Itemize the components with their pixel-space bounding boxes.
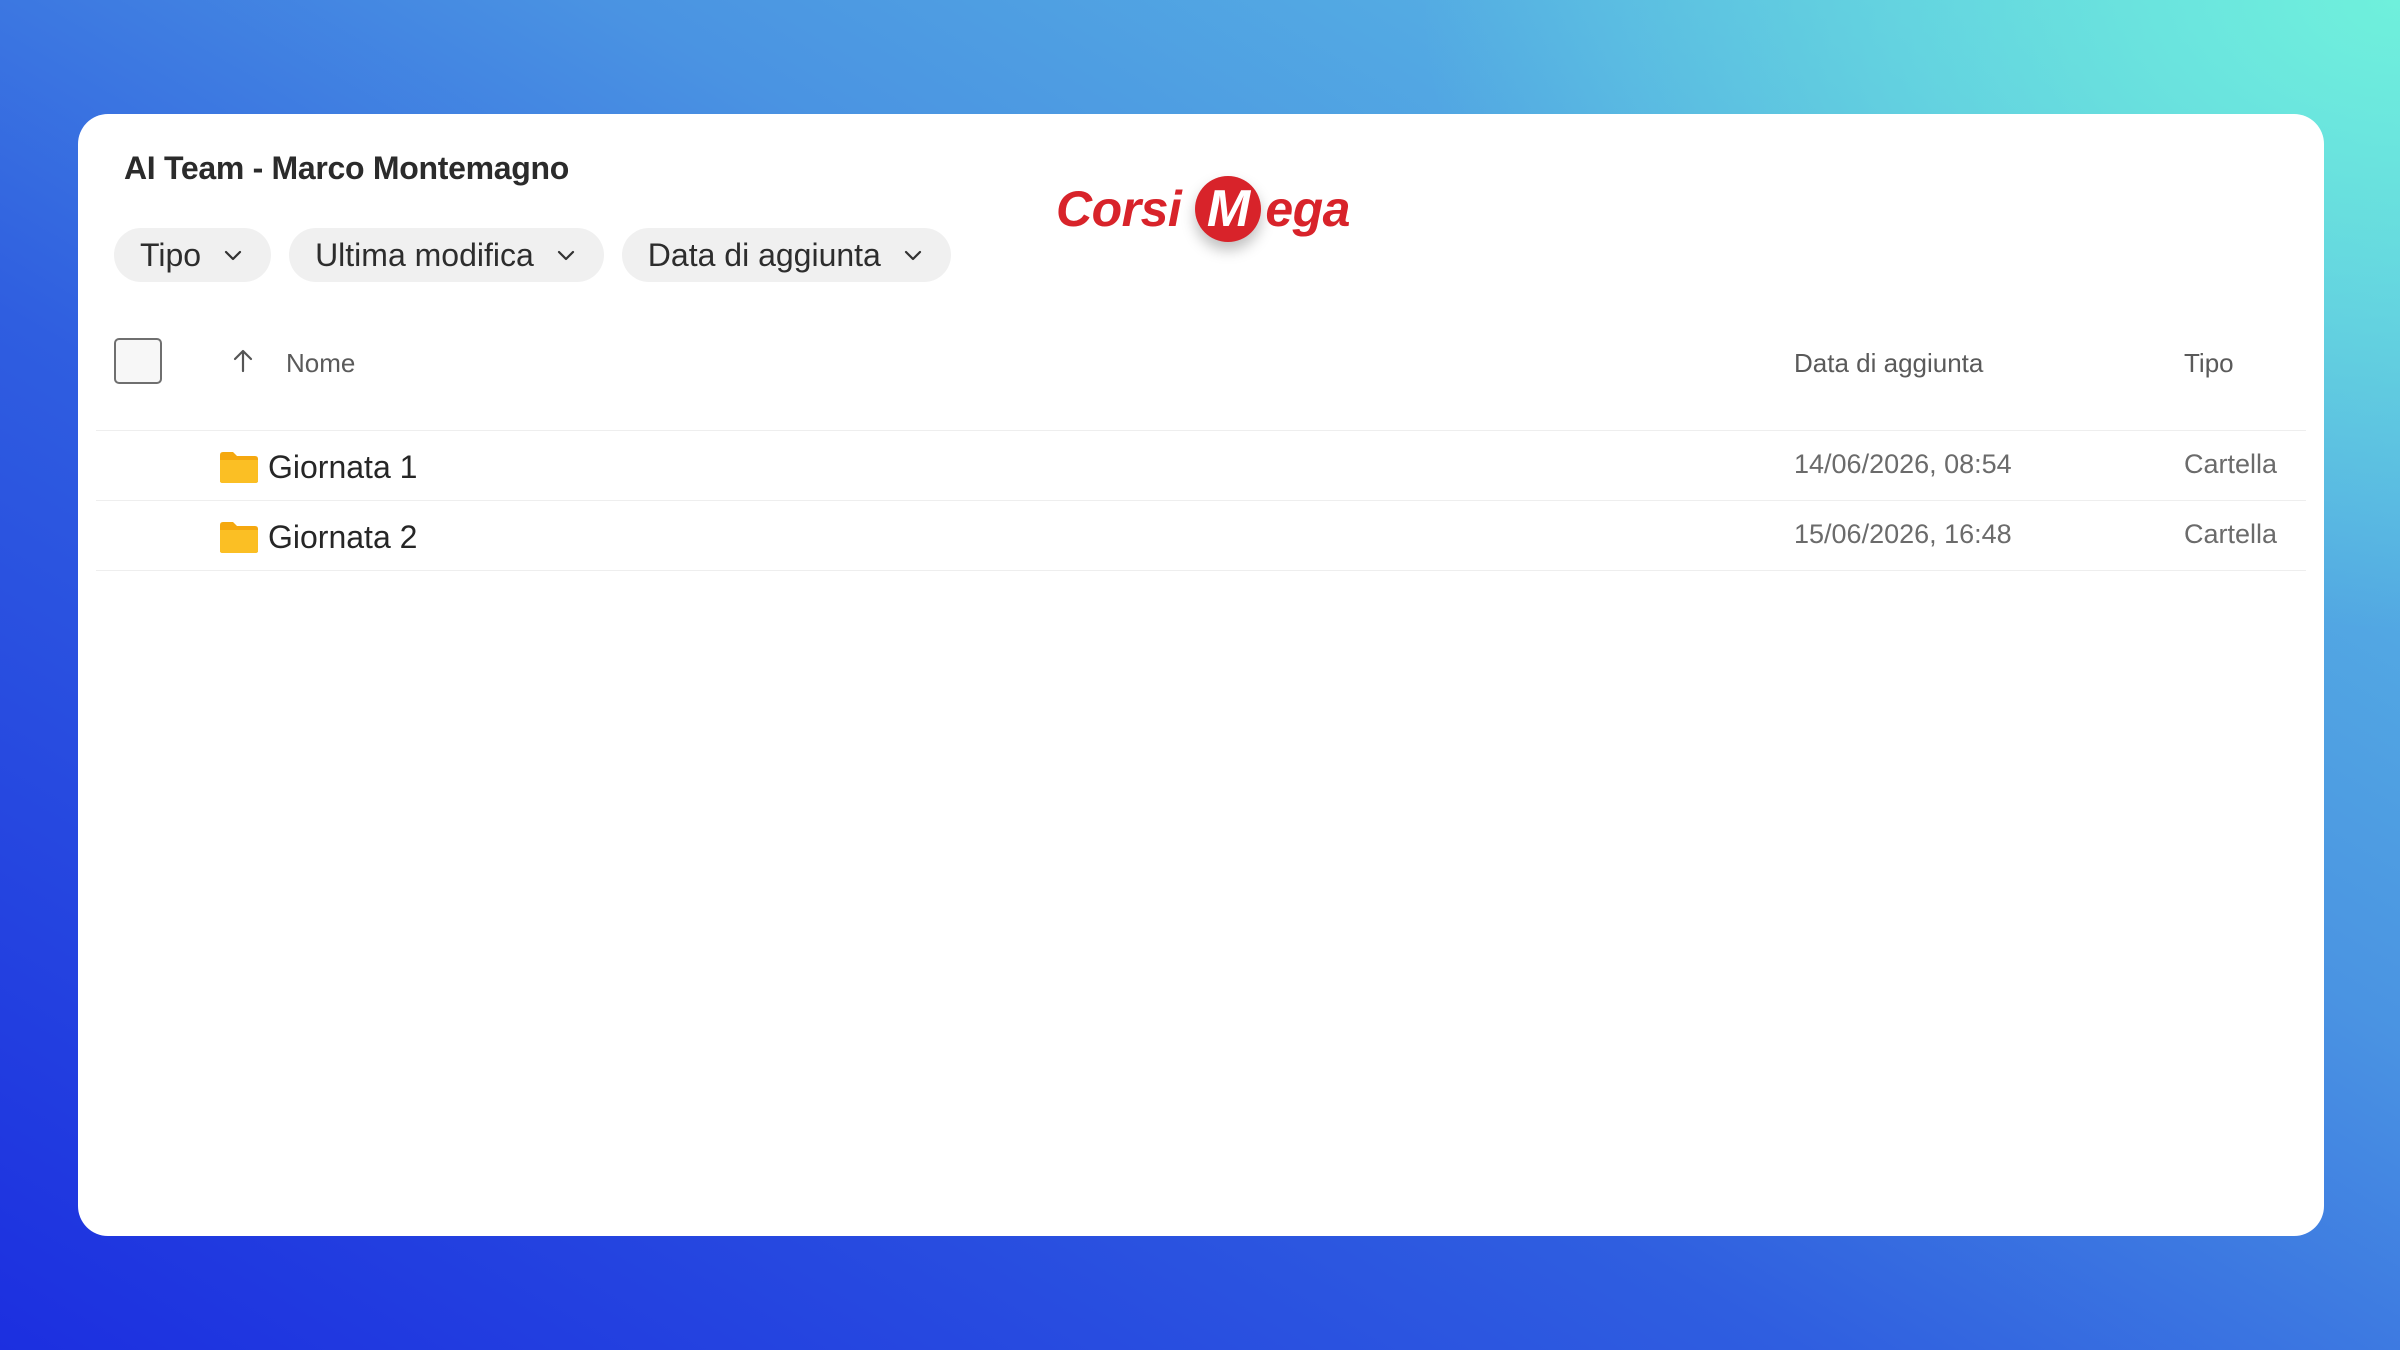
chevron-down-icon (901, 243, 925, 267)
column-header-name[interactable]: Nome (286, 348, 355, 379)
folder-icon (218, 520, 260, 554)
filter-tipo-button[interactable]: Tipo (114, 228, 272, 282)
file-browser-panel: AI Team - Marco Montemagno Tipo Ultima m… (78, 114, 2324, 1236)
table-row[interactable]: Giornata 2 15/06/2026, 16:48 Cartella (96, 501, 2306, 571)
logo-text-left: Corsi (1056, 181, 1182, 237)
table-row[interactable]: Giornata 1 14/06/2026, 08:54 Cartella (96, 431, 2306, 501)
file-name: Giornata 1 (268, 449, 418, 485)
file-type: Cartella (2184, 519, 2278, 549)
filter-bar: Tipo Ultima modifica Data di aggiunta (114, 228, 951, 282)
folder-title: AI Team - Marco Montemagno (124, 150, 569, 186)
chevron-down-icon (221, 243, 245, 267)
file-date-added: 14/06/2026, 08:54 (1794, 449, 2012, 479)
file-date-added: 15/06/2026, 16:48 (1794, 519, 2012, 549)
file-name: Giornata 2 (268, 519, 418, 555)
file-list: Giornata 1 14/06/2026, 08:54 Cartella Gi… (96, 430, 2306, 571)
logo-text-right: ega (1265, 181, 1350, 237)
corsimega-watermark-logo: Corsi M ega (1056, 176, 1350, 242)
folder-icon (218, 450, 260, 484)
arrow-up-icon[interactable] (228, 346, 258, 376)
column-header-date-added[interactable]: Data di aggiunta (1794, 348, 1983, 379)
table-header: Nome Data di aggiunta Tipo (78, 338, 2324, 420)
filter-tipo-label: Tipo (140, 236, 202, 273)
filter-ultima-modifica-button[interactable]: Ultima modifica (289, 228, 604, 282)
logo-m-badge: M (1195, 176, 1262, 242)
select-all-checkbox[interactable] (114, 338, 162, 384)
file-type: Cartella (2184, 449, 2278, 479)
chevron-down-icon (554, 243, 578, 267)
filter-data-di-aggiunta-button[interactable]: Data di aggiunta (621, 228, 951, 282)
filter-data-di-aggiunta-label: Data di aggiunta (647, 236, 881, 273)
column-header-type[interactable]: Tipo (2184, 348, 2234, 379)
filter-ultima-modifica-label: Ultima modifica (315, 236, 534, 273)
